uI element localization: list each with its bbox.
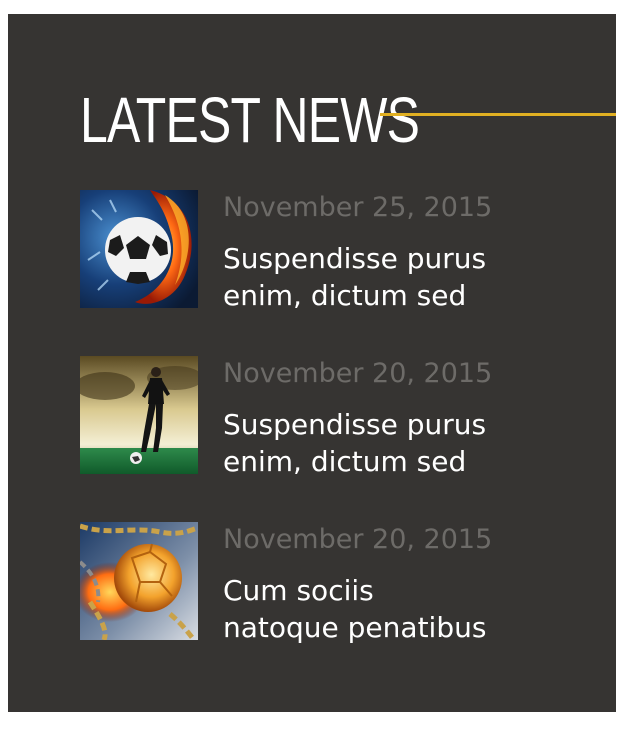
news-thumbnail-soccer-ball-fire[interactable]: [80, 190, 198, 308]
news-thumbnail-flaming-ball-chains[interactable]: [80, 522, 198, 640]
news-date: November 20, 2015: [223, 524, 493, 555]
widget-header: LATEST NEWS: [80, 80, 616, 170]
news-date: November 25, 2015: [223, 192, 493, 223]
news-item[interactable]: November 20, 2015 Suspendisse purus enim…: [80, 356, 600, 478]
title-accent-line: [380, 113, 616, 116]
news-item[interactable]: November 20, 2015 Cum sociis natoque pen…: [80, 522, 600, 644]
news-item[interactable]: November 25, 2015 Suspendisse purus enim…: [80, 190, 600, 312]
news-date: November 20, 2015: [223, 358, 493, 389]
headline-line[interactable]: Suspendisse purus: [223, 240, 598, 277]
widget-title: LATEST NEWS: [80, 84, 420, 156]
news-thumbnail-soccer-player[interactable]: [80, 356, 198, 474]
headline-line[interactable]: Suspendisse purus: [223, 406, 598, 443]
news-headline-link[interactable]: Suspendisse purus enim, dictum sed: [223, 406, 598, 478]
news-headline-link[interactable]: Suspendisse purus enim, dictum sed: [223, 240, 598, 312]
news-headline-link[interactable]: Cum sociis natoque penatibus: [223, 572, 598, 644]
headline-line[interactable]: Cum sociis: [223, 572, 598, 609]
headline-line[interactable]: natoque penatibus: [223, 609, 598, 644]
headline-line[interactable]: enim, dictum sed: [223, 277, 598, 312]
latest-news-widget: LATEST NEWS November 25, 2015 Suspendiss…: [8, 14, 616, 712]
headline-line[interactable]: enim, dictum sed: [223, 443, 598, 478]
